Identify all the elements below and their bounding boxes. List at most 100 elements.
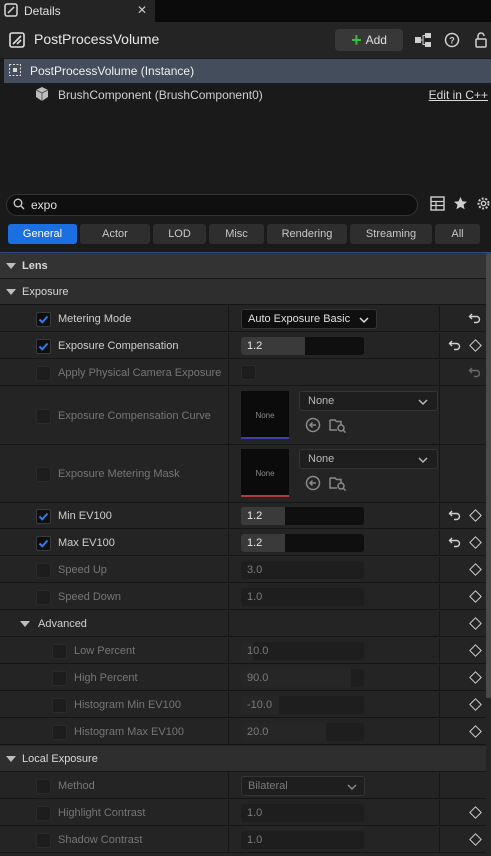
asset-picker-dropdown[interactable]: None <box>299 391 438 411</box>
filter-lod[interactable]: LOD <box>153 224 206 244</box>
histogram-min-field[interactable]: -10.0 <box>241 696 364 714</box>
keyframe-diamond-icon[interactable] <box>469 725 482 738</box>
use-selected-icon[interactable] <box>305 475 321 494</box>
keyframe-diamond-icon[interactable] <box>469 590 482 603</box>
tree-item-instance[interactable]: PostProcessVolume (Instance) <box>4 59 491 83</box>
asset-thumbnail[interactable]: None <box>241 449 289 497</box>
search-input[interactable]: expo <box>6 194 418 216</box>
property-label: Speed Down <box>58 591 121 603</box>
override-checkbox[interactable] <box>52 643 67 659</box>
shadow-contrast-field[interactable]: 1.0 <box>241 831 364 849</box>
thumbnail-label: None <box>255 468 275 478</box>
override-checkbox[interactable] <box>36 408 51 424</box>
keyframe-diamond-icon[interactable] <box>469 671 482 684</box>
add-component-button[interactable]: + Add <box>335 29 403 51</box>
keyframe-diamond-icon[interactable] <box>469 644 482 657</box>
browse-folder-icon[interactable] <box>329 475 347 494</box>
asset-picker-dropdown[interactable]: None <box>299 449 438 469</box>
exposure-compensation-field[interactable]: 1.2 <box>241 337 364 355</box>
override-checkbox[interactable] <box>36 535 51 551</box>
use-selected-icon[interactable] <box>305 417 321 436</box>
keyframe-diamond-icon[interactable] <box>469 833 482 846</box>
blueprint-icon[interactable] <box>414 32 432 51</box>
override-checkbox[interactable] <box>36 805 51 821</box>
reset-to-default-icon[interactable] <box>448 536 461 551</box>
override-checkbox[interactable] <box>36 778 51 794</box>
scrollbar[interactable] <box>486 253 491 698</box>
chevron-down-icon <box>347 782 357 794</box>
settings-gear-icon[interactable] <box>476 196 491 214</box>
tab-details[interactable]: Details ✕ <box>0 0 155 22</box>
field-value: 1.0 <box>247 834 263 846</box>
max-ev100-field[interactable]: 1.2 <box>241 534 364 552</box>
reset-to-default-icon[interactable] <box>468 366 481 381</box>
highlight-contrast-field[interactable]: 1.0 <box>241 804 364 822</box>
tree-item-label: BrushComponent (BrushComponent0) <box>58 88 263 102</box>
speed-up-field[interactable]: 3.0 <box>241 561 364 579</box>
star-icon[interactable] <box>453 196 468 214</box>
chevron-down-icon <box>6 755 16 762</box>
keyframe-diamond-icon[interactable] <box>469 536 482 549</box>
override-checkbox[interactable] <box>36 508 51 524</box>
method-dropdown[interactable]: Bilateral <box>241 776 365 796</box>
speed-down-field[interactable]: 1.0 <box>241 588 364 606</box>
dropdown-value: Auto Exposure Basic <box>248 313 351 325</box>
value-checkbox[interactable] <box>241 365 256 380</box>
category-exposure[interactable]: Exposure <box>0 279 486 305</box>
min-ev100-field[interactable]: 1.2 <box>241 507 364 525</box>
property-label: Exposure Metering Mask <box>58 468 180 480</box>
keyframe-diamond-icon[interactable] <box>469 698 482 711</box>
override-checkbox[interactable] <box>52 724 67 740</box>
keyframe-diamond-icon[interactable] <box>469 563 482 576</box>
override-checkbox[interactable] <box>36 365 51 381</box>
property-label: Min EV100 <box>58 510 112 522</box>
browse-folder-icon[interactable] <box>329 417 347 436</box>
close-icon[interactable]: ✕ <box>137 3 147 17</box>
filter-misc[interactable]: Misc <box>209 224 264 244</box>
override-checkbox[interactable] <box>36 832 51 848</box>
category-local-exposure[interactable]: Local Exposure <box>0 746 486 772</box>
edit-in-cpp-link[interactable]: Edit in C++ <box>429 88 488 102</box>
low-percent-field[interactable]: 10.0 <box>241 642 364 660</box>
chevron-down-icon <box>418 397 428 409</box>
reset-to-default-icon[interactable] <box>448 509 461 524</box>
field-value: 10.0 <box>247 645 269 657</box>
override-checkbox[interactable] <box>52 670 67 686</box>
table-view-icon[interactable] <box>430 196 445 214</box>
tab-bar: Details ✕ <box>0 0 491 22</box>
keyframe-diamond-icon[interactable] <box>469 617 482 630</box>
property-label: Metering Mode <box>58 313 132 325</box>
keyframe-diamond-icon[interactable] <box>469 509 482 522</box>
filter-streaming[interactable]: Streaming <box>350 224 432 244</box>
histogram-max-field[interactable]: 20.0 <box>241 723 364 741</box>
reset-to-default-icon[interactable] <box>448 339 461 354</box>
keyframe-diamond-icon[interactable] <box>469 339 482 352</box>
field-value: 3.0 <box>247 564 263 576</box>
override-checkbox[interactable] <box>36 311 51 327</box>
field-value: 20.0 <box>247 726 269 738</box>
reset-to-default-icon[interactable] <box>468 312 481 327</box>
override-checkbox[interactable] <box>52 697 67 713</box>
override-checkbox[interactable] <box>36 589 51 605</box>
filter-general[interactable]: General <box>8 224 77 244</box>
filter-actor[interactable]: Actor <box>80 224 150 244</box>
asset-thumbnail[interactable]: None <box>241 391 289 439</box>
property-row-high-percent: High Percent 90.0 <box>0 665 486 691</box>
override-checkbox[interactable] <box>36 466 51 482</box>
filter-rendering[interactable]: Rendering <box>267 224 347 244</box>
keyframe-diamond-icon[interactable] <box>469 806 482 819</box>
high-percent-field[interactable]: 90.0 <box>241 669 364 687</box>
category-advanced[interactable]: Advanced <box>0 611 486 637</box>
metering-mode-dropdown[interactable]: Auto Exposure Basic <box>241 309 377 329</box>
override-checkbox[interactable] <box>36 562 51 578</box>
category-lens[interactable]: Lens <box>0 253 486 279</box>
chevron-down-icon <box>6 262 16 269</box>
lock-icon[interactable] <box>474 32 488 51</box>
override-checkbox[interactable] <box>36 338 51 354</box>
property-row-apply-physical-camera-exposure: Apply Physical Camera Exposure <box>0 360 486 386</box>
chevron-down-icon <box>20 621 30 627</box>
help-icon[interactable]: ? <box>444 32 460 51</box>
category-label: Exposure <box>22 285 69 298</box>
filter-all[interactable]: All <box>435 224 480 244</box>
tree-item-brush-component[interactable]: BrushComponent (BrushComponent0) Edit in… <box>4 83 491 107</box>
